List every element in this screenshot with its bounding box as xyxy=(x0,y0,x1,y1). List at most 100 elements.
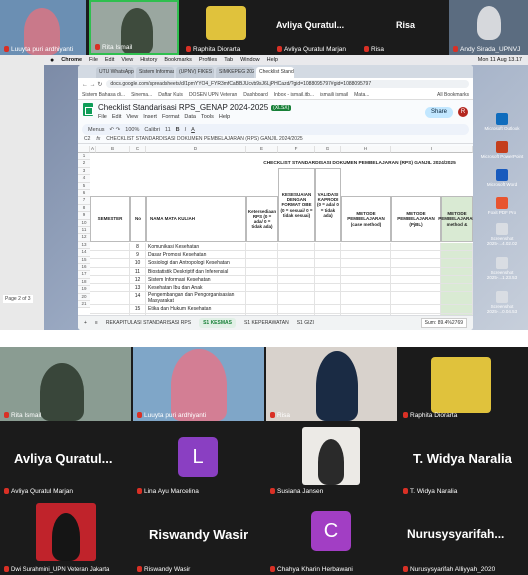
course-name-cell[interactable]: Sosiologi dan Antropologi Kesehatan xyxy=(146,259,246,268)
header-metode-pbl[interactable]: METODE PEMBELAJARAN (PjBL) xyxy=(391,196,441,242)
row-header[interactable]: 6 xyxy=(78,190,90,198)
video-tile-nurusysyarifah[interactable]: Nurusysyarifah... Nurusysyarifah Alliyya… xyxy=(399,499,528,575)
header-semester[interactable]: SEMESTER xyxy=(90,196,130,242)
menubar-history[interactable]: History xyxy=(140,57,157,63)
row-header[interactable]: 2 xyxy=(78,160,90,168)
share-button[interactable]: Share xyxy=(424,107,453,118)
checklist-cell[interactable] xyxy=(246,305,278,314)
number-cell[interactable]: 10 xyxy=(130,259,146,268)
video-tile-rita[interactable]: Rita Ismail xyxy=(0,347,131,421)
menubar-view[interactable]: View xyxy=(121,57,133,63)
column-header[interactable]: F xyxy=(278,146,315,153)
sheet-tab-active[interactable]: S1 KESMAS xyxy=(199,318,236,328)
row-header[interactable]: 15 xyxy=(78,256,90,264)
row-header[interactable]: 17 xyxy=(78,271,90,279)
course-name-cell[interactable]: Biostatistik Deskriptif dan Inferensial xyxy=(146,267,246,276)
semester-cell[interactable] xyxy=(90,284,130,293)
menu-view[interactable]: View xyxy=(126,114,138,120)
checklist-cell[interactable] xyxy=(391,243,441,252)
header-kesesuaian[interactable]: KESESUAIAN DENGAN FORMAT OBE (0 = sesuai… xyxy=(278,168,315,242)
column-header[interactable]: C xyxy=(130,146,146,153)
checklist-cell[interactable] xyxy=(441,243,473,252)
browser-tab-active[interactable]: Checklist Standarisasi xyxy=(256,67,294,78)
checklist-cell[interactable] xyxy=(278,292,315,306)
video-tile-raphita[interactable]: Raphita Diorarta xyxy=(182,0,270,55)
font-size-field[interactable]: 11 xyxy=(165,127,171,133)
column-header[interactable]: E xyxy=(246,146,278,153)
row-header[interactable]: 3 xyxy=(78,167,90,176)
video-tile-raphita[interactable]: Raphita Diorarta xyxy=(399,347,528,421)
checklist-cell[interactable] xyxy=(391,292,441,306)
apple-icon[interactable]: ● xyxy=(50,57,54,64)
menubar-tab[interactable]: Tab xyxy=(224,57,233,63)
video-tile-risa[interactable]: Risa xyxy=(266,347,397,421)
browser-tab[interactable]: UTU WhatsApp xyxy=(96,67,134,78)
checklist-cell[interactable] xyxy=(441,251,473,260)
checklist-cell[interactable] xyxy=(246,284,278,293)
row-header[interactable]: 13 xyxy=(78,241,90,250)
sheets-logo-icon[interactable] xyxy=(83,103,93,116)
header-metode-h[interactable]: METODE PEMBELAJARAN method & xyxy=(438,196,473,242)
video-tile-chahya[interactable]: C Chahya Kharin Herbawani xyxy=(266,499,397,575)
video-tile-riswandy[interactable]: Riswandy Wasir Riswandy Wasir xyxy=(133,499,264,575)
column-header[interactable]: H xyxy=(341,146,391,153)
course-name-cell[interactable]: Sistem Informasi Kesehatan xyxy=(146,275,246,284)
checklist-cell[interactable] xyxy=(315,259,341,268)
checklist-cell[interactable] xyxy=(441,259,473,268)
checklist-cell[interactable] xyxy=(341,243,391,252)
checklist-cell[interactable] xyxy=(315,305,341,314)
header-no[interactable]: No xyxy=(130,196,146,242)
checklist-cell[interactable] xyxy=(341,259,391,268)
checklist-cell[interactable] xyxy=(391,267,441,276)
course-name-cell[interactable]: Dasar Promosi Kesehatan xyxy=(146,251,246,260)
semester-cell[interactable] xyxy=(90,305,130,314)
checklist-cell[interactable] xyxy=(315,243,341,252)
column-header[interactable]: B xyxy=(96,146,130,153)
bookmark-item[interactable]: ismaili ismail xyxy=(320,92,348,98)
row-header[interactable]: 9 xyxy=(78,212,90,220)
screenshot-file-icon[interactable]: Screenshot 2025-...4.02.02 xyxy=(480,223,524,246)
undo-icon[interactable]: ↶ ↷ xyxy=(110,127,121,133)
course-name-cell[interactable]: Etika dan Hukum Kesehatan xyxy=(146,305,246,314)
column-header[interactable]: G xyxy=(315,146,341,153)
bold-button[interactable]: B xyxy=(176,127,180,133)
row-header[interactable]: 8 xyxy=(78,204,90,213)
number-cell[interactable]: 9 xyxy=(130,251,146,260)
menu-file[interactable]: File xyxy=(98,114,107,120)
checklist-cell[interactable] xyxy=(341,305,391,314)
semester-cell[interactable] xyxy=(90,267,130,276)
video-tile-avliya[interactable]: Avliya Quratul... Avliya Quratul Marjan xyxy=(273,0,357,55)
account-avatar[interactable]: R xyxy=(458,107,468,117)
all-sheets-button[interactable]: ≡ xyxy=(95,320,98,326)
row-header[interactable]: 10 xyxy=(78,219,90,227)
checklist-cell[interactable] xyxy=(278,305,315,314)
number-cell[interactable]: 11 xyxy=(130,267,146,276)
row-header[interactable]: 14 xyxy=(78,249,90,257)
checklist-cell[interactable] xyxy=(246,275,278,284)
row-header[interactable]: 19 xyxy=(78,286,90,294)
menu-format[interactable]: Format xyxy=(162,114,179,120)
text-color-button[interactable]: A xyxy=(191,127,195,133)
number-cell[interactable]: 12 xyxy=(130,275,146,284)
row-header[interactable]: 12 xyxy=(78,234,90,242)
name-box[interactable]: C2 xyxy=(84,136,90,142)
course-name-cell[interactable]: Komunikasi Kesehatan xyxy=(146,243,246,252)
video-tile-risa[interactable]: Risa Risa xyxy=(360,0,446,55)
checklist-cell[interactable] xyxy=(278,275,315,284)
semester-cell[interactable] xyxy=(90,259,130,268)
formula-input[interactable]: CHECKLIST STANDARDISASI DOKUMEN PEMBELAJ… xyxy=(106,136,302,142)
course-name-cell[interactable]: Pengembangan dan Pengorganisasian Masyar… xyxy=(146,292,246,306)
semester-cell[interactable] xyxy=(90,243,130,252)
italic-button[interactable]: I xyxy=(185,127,187,133)
header-ketersediaan[interactable]: Ketersediaan RPS (0 = ada/ 0 = tidak ada… xyxy=(246,196,278,242)
checklist-cell[interactable] xyxy=(315,275,341,284)
video-tile-luuyta[interactable]: Luuyta puri ardhiyanti xyxy=(0,0,86,55)
menus-search[interactable]: Menus xyxy=(88,127,105,133)
checklist-cell[interactable] xyxy=(278,284,315,293)
number-cell[interactable]: 14 xyxy=(130,292,146,306)
add-sheet-button[interactable]: + xyxy=(84,320,87,326)
foxit-pdf-icon[interactable]: Foxit PDF Pro xyxy=(480,197,524,215)
checklist-cell[interactable] xyxy=(391,251,441,260)
video-tile-andy[interactable]: Andy Sirada_UPNVJ xyxy=(449,0,528,55)
checklist-cell[interactable] xyxy=(246,243,278,252)
